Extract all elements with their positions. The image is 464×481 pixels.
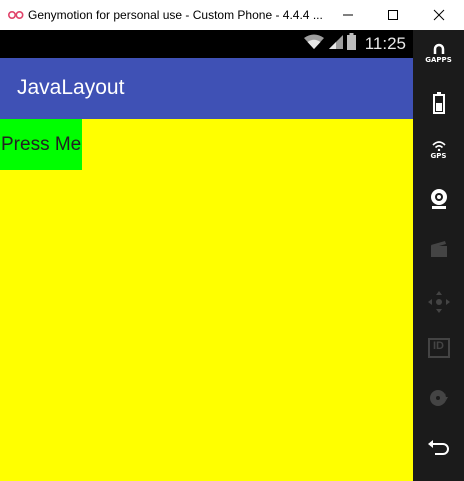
battery-icon bbox=[432, 92, 445, 114]
clapperboard-icon bbox=[430, 241, 447, 257]
gapps-icon bbox=[433, 43, 444, 54]
media-button[interactable] bbox=[413, 240, 464, 258]
webcam-icon bbox=[430, 189, 447, 209]
app-title: JavaLayout bbox=[17, 76, 125, 99]
id-label: ID bbox=[433, 340, 444, 352]
webcam-button[interactable] bbox=[413, 188, 464, 210]
window-title: Genymotion for personal use - Custom Pho… bbox=[28, 8, 323, 22]
dpad-icon bbox=[427, 291, 450, 313]
genymotion-toolbar: GAPPS GPS ID bbox=[413, 30, 464, 481]
gps-icon bbox=[431, 141, 446, 151]
battery-button[interactable] bbox=[413, 92, 464, 114]
gps-label: GPS bbox=[430, 152, 447, 160]
gapps-label: GAPPS bbox=[425, 56, 452, 64]
maximize-icon bbox=[388, 10, 398, 20]
status-clock: 11:25 bbox=[364, 34, 406, 53]
android-status-bar: 11:25 bbox=[0, 30, 413, 58]
battery-icon bbox=[346, 33, 356, 55]
gps-button[interactable]: GPS bbox=[413, 140, 464, 160]
minimize-icon bbox=[343, 14, 353, 16]
genymotion-logo-icon bbox=[4, 0, 28, 30]
close-button[interactable] bbox=[416, 0, 462, 30]
window-titlebar: Genymotion for personal use - Custom Pho… bbox=[0, 0, 464, 30]
minimize-button[interactable] bbox=[325, 0, 371, 30]
press-me-button[interactable]: Press Me bbox=[0, 119, 82, 170]
dpad-button[interactable] bbox=[413, 290, 464, 314]
device-id-button[interactable]: ID bbox=[413, 338, 464, 358]
close-icon bbox=[433, 9, 445, 21]
app-bar: JavaLayout bbox=[0, 58, 413, 119]
disk-icon bbox=[429, 390, 448, 406]
back-button[interactable] bbox=[413, 440, 464, 456]
signal-icon bbox=[328, 34, 344, 55]
maximize-button[interactable] bbox=[370, 0, 416, 30]
content-area: Press Me bbox=[0, 119, 413, 481]
disk-io-button[interactable] bbox=[413, 388, 464, 408]
wifi-icon bbox=[303, 34, 325, 55]
back-icon bbox=[427, 440, 449, 455]
gapps-button[interactable]: GAPPS bbox=[413, 43, 464, 64]
